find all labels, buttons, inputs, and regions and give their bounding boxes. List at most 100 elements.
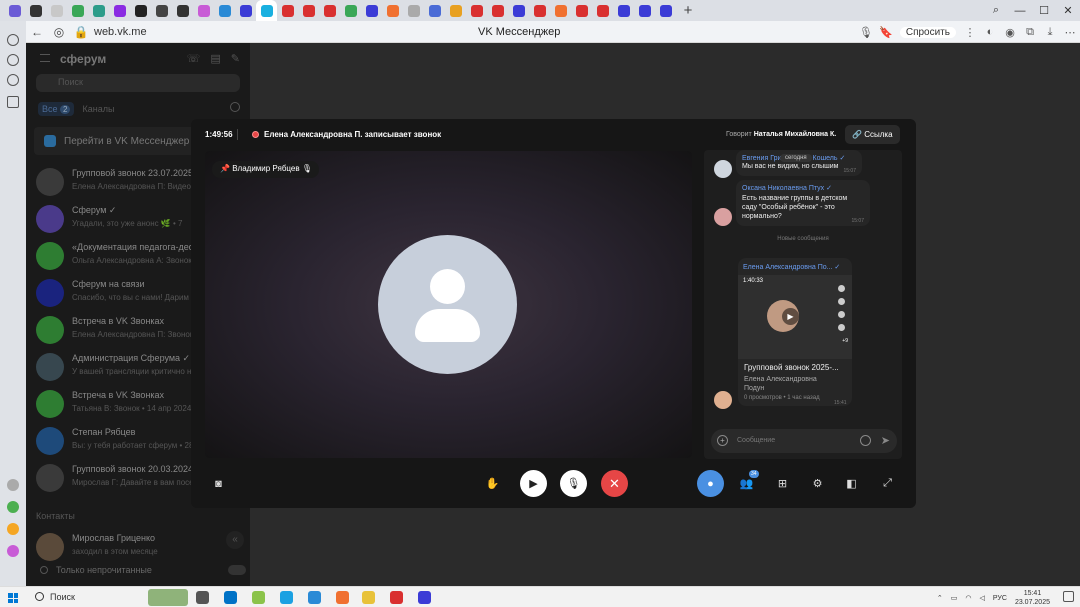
camera-off-button[interactable]: ▶ — [520, 470, 547, 497]
browser-tab[interactable] — [172, 0, 193, 21]
mic-off-button[interactable]: 🎙 — [560, 470, 587, 497]
send-icon[interactable]: ➤ — [881, 434, 890, 447]
browser-tab[interactable] — [67, 0, 88, 21]
browser-tab[interactable] — [277, 0, 298, 21]
extension-icon[interactable]: ◐ — [980, 26, 1000, 38]
url-text[interactable]: web.vk.me — [94, 26, 147, 38]
browser-tab[interactable] — [319, 0, 340, 21]
downloads-icon[interactable]: ⤓ — [1040, 26, 1060, 39]
browser-tab[interactable] — [655, 0, 676, 21]
raise-hand-button[interactable]: ✋ — [479, 470, 506, 497]
maximize-button[interactable]: ☐ — [1032, 0, 1056, 21]
browser-tab[interactable] — [109, 0, 130, 21]
participant-video[interactable]: 📌 Владимир Рябцев 🎙 — [205, 151, 692, 458]
history-icon[interactable] — [7, 34, 19, 46]
search-input[interactable]: Поиск — [36, 74, 240, 92]
end-call-button[interactable]: ✕ — [601, 470, 628, 497]
chat-button[interactable]: ● — [697, 470, 724, 497]
app-icon[interactable] — [252, 591, 265, 604]
filter-all-tab[interactable]: Все 2 — [38, 102, 75, 116]
contact-item[interactable]: Мирослав Гриценко заходил в этом месяце — [36, 531, 246, 561]
compose-icon[interactable]: ✎ — [231, 52, 240, 65]
play-icon[interactable] — [7, 54, 19, 66]
browser-tab[interactable] — [634, 0, 655, 21]
filter-channels-tab[interactable]: Каналы — [82, 104, 114, 114]
minimize-button[interactable]: — — [1008, 0, 1032, 21]
browser-tab[interactable] — [487, 0, 508, 21]
language-indicator[interactable]: РУС — [993, 595, 1007, 602]
browser-tab[interactable] — [298, 0, 319, 21]
browser-tab[interactable] — [403, 0, 424, 21]
messenger-icon[interactable] — [7, 545, 19, 557]
browser-tab[interactable] — [88, 0, 109, 21]
yandex-browser-icon[interactable] — [336, 591, 349, 604]
wifi-icon[interactable]: ◠ — [965, 594, 971, 602]
browser-tab[interactable] — [382, 0, 403, 21]
windows-start-icon[interactable] — [8, 593, 18, 603]
app-icon[interactable] — [308, 591, 321, 604]
lock-icon[interactable]: 🔒 — [70, 25, 92, 39]
extensions-icon[interactable]: ⧉ — [1020, 26, 1040, 39]
browser-tab[interactable] — [508, 0, 529, 21]
close-window-button[interactable]: ✕ — [1056, 0, 1080, 21]
browser-tab[interactable] — [340, 0, 361, 21]
alice-icon[interactable] — [7, 501, 19, 513]
yandex-icon[interactable] — [390, 591, 403, 604]
add-filter-icon[interactable] — [230, 102, 240, 112]
screenshot-button[interactable]: ◙ — [205, 470, 232, 497]
new-tab-button[interactable]: + — [679, 2, 697, 20]
browser-tab[interactable] — [550, 0, 571, 21]
toggle-switch[interactable] — [228, 565, 246, 575]
edge-icon[interactable] — [280, 591, 293, 604]
browser-tab[interactable] — [424, 0, 445, 21]
calendar-icon[interactable] — [7, 96, 19, 108]
clock[interactable]: 15:41 23.07.2025 — [1015, 589, 1050, 607]
browser-tab[interactable] — [256, 0, 277, 21]
chevron-up-icon[interactable]: ⌃ — [937, 594, 943, 602]
browser-tab[interactable] — [445, 0, 466, 21]
browser-tab[interactable] — [613, 0, 634, 21]
bookmark-icon[interactable]: 🔖 — [876, 26, 896, 39]
browser-tab[interactable] — [592, 0, 613, 21]
browser-tab[interactable] — [235, 0, 256, 21]
tab-search-icon[interactable]: ⌕ — [984, 0, 1008, 21]
settings-button[interactable]: ⚙ — [804, 470, 831, 497]
notifications-icon[interactable] — [1063, 591, 1074, 602]
video-message[interactable]: Елена Александровна По... ✓ 1:40:33 ▶ +9… — [738, 258, 852, 406]
attach-icon[interactable]: + — [717, 435, 728, 446]
grid-view-button[interactable]: ⊞ — [769, 470, 796, 497]
browser-tab[interactable] — [361, 0, 382, 21]
message-input[interactable]: + Сообщение ➤ — [711, 429, 897, 453]
more-menu-icon[interactable]: ⋮ — [960, 26, 980, 39]
extension-2-icon[interactable]: ◉ — [1000, 26, 1020, 39]
shield-icon[interactable]: ◎ — [48, 25, 70, 39]
browser-tab[interactable] — [46, 0, 67, 21]
video-thumbnail[interactable]: 1:40:33 ▶ +9 — [738, 275, 852, 359]
only-unread-toggle[interactable]: Только непрочитанные — [36, 563, 246, 581]
menu-icon[interactable] — [40, 54, 50, 62]
browser-tab[interactable] — [25, 0, 46, 21]
outlook-icon[interactable] — [224, 591, 237, 604]
browser-tab[interactable] — [214, 0, 235, 21]
ask-alice-button[interactable]: Спросить — [899, 26, 956, 38]
fullscreen-button[interactable]: ⤢ — [874, 470, 901, 497]
mic-icon[interactable]: 🎙 — [856, 26, 876, 39]
browser-tab[interactable] — [151, 0, 172, 21]
play-icon[interactable]: ▶ — [782, 308, 799, 325]
copy-link-button[interactable]: 🔗 Ссылка — [845, 125, 900, 144]
browser-tab[interactable] — [529, 0, 550, 21]
emoji-icon[interactable] — [860, 435, 871, 446]
widget-image[interactable] — [148, 589, 188, 606]
browser-tab[interactable] — [193, 0, 214, 21]
minimize-call-button[interactable]: ◧ — [838, 470, 865, 497]
extra-icon[interactable]: ⋯ — [1060, 26, 1080, 39]
back-arrow-icon[interactable]: ← — [26, 25, 48, 39]
archive-icon[interactable]: ▤ — [210, 52, 220, 65]
volume-icon[interactable]: ◁ — [980, 594, 985, 602]
network-icon[interactable]: ▭ — [951, 594, 958, 602]
collapse-sidebar-button[interactable]: « — [226, 531, 244, 549]
file-explorer-icon[interactable] — [362, 591, 375, 604]
collections-icon[interactable] — [7, 74, 19, 86]
browser-tab[interactable] — [466, 0, 487, 21]
app-icon[interactable] — [418, 591, 431, 604]
